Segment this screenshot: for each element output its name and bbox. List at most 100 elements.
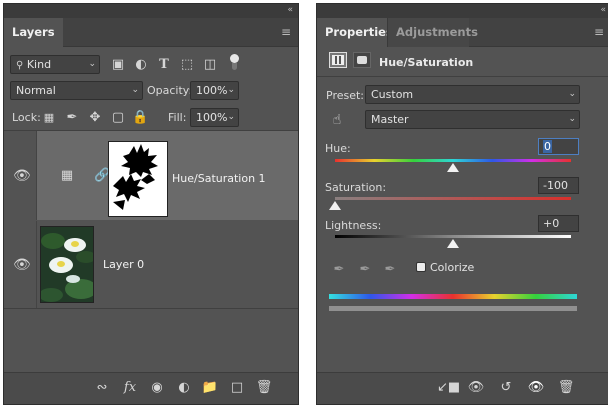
new-layer-icon[interactable]: □ xyxy=(228,380,246,396)
lightness-slider-thumb[interactable] xyxy=(447,239,459,248)
trash-icon[interactable]: 🗑 xyxy=(557,380,575,396)
saturation-value: -100 xyxy=(543,179,568,192)
colorize-label: Colorize xyxy=(430,261,475,274)
hue-value: 0 xyxy=(543,140,552,153)
lightness-input[interactable]: +0 xyxy=(538,215,579,232)
trash-icon[interactable]: 🗑 xyxy=(255,380,273,396)
blend-mode-value: Normal xyxy=(16,84,56,97)
hue-label: Hue: xyxy=(325,142,351,155)
divider xyxy=(4,308,298,309)
chevron-down-icon[interactable]: ⌄ xyxy=(227,82,235,99)
view-previous-state-icon[interactable]: 👁 xyxy=(467,380,485,396)
chevron-down-icon: ⌄ xyxy=(568,89,576,99)
lock-artboard-icon[interactable]: ▢ xyxy=(110,110,126,126)
panel-header-bar: « xyxy=(317,4,608,18)
channel-select[interactable]: Master ⌄ xyxy=(365,110,580,129)
output-color-bar xyxy=(329,306,577,311)
chevron-down-icon[interactable]: ⌄ xyxy=(227,109,235,126)
eyedropper-subtract-icon[interactable]: ✒ xyxy=(382,262,398,278)
saturation-label: Saturation: xyxy=(325,181,387,194)
lightness-label: Lightness: xyxy=(325,219,382,232)
layer-row-hue-saturation[interactable]: 👁 ▦ 🔗 Hue/Saturation 1 xyxy=(4,131,298,220)
saturation-slider-thumb[interactable] xyxy=(329,201,341,210)
filter-pixel-icon[interactable]: ▣ xyxy=(110,57,126,73)
lock-transparent-pixels-icon[interactable]: ▦ xyxy=(41,110,57,126)
adjustment-properties-icon[interactable] xyxy=(329,52,347,68)
collapse-icon[interactable]: « xyxy=(600,4,606,17)
lightness-slider-track[interactable] xyxy=(335,235,571,238)
chevron-down-icon: ⌄ xyxy=(131,85,139,95)
lock-image-pixels-icon[interactable]: ✒ xyxy=(64,110,80,126)
opacity-value: 100% xyxy=(196,84,228,97)
water-lily-image xyxy=(41,227,93,302)
opacity-input[interactable]: 100% ⌄ xyxy=(190,81,239,100)
filter-smart-object-icon[interactable]: ◫ xyxy=(202,57,218,73)
link-icon[interactable]: 🔗 xyxy=(94,168,110,184)
colorize-checkbox[interactable] xyxy=(416,262,426,272)
fill-value: 100% xyxy=(196,111,228,124)
filter-kind-select[interactable]: ⚲ Kind ⌄ xyxy=(10,55,100,74)
link-layers-icon[interactable]: ∾ xyxy=(93,380,111,396)
lock-all-icon[interactable]: 🔒 xyxy=(132,110,148,126)
blend-mode-select[interactable]: Normal ⌄ xyxy=(10,81,143,100)
eye-icon[interactable]: 👁 xyxy=(13,168,31,184)
eyedropper-icon[interactable]: ✒ xyxy=(331,262,347,278)
filter-toggle-switch[interactable] xyxy=(230,54,239,70)
channel-value: Master xyxy=(371,113,409,126)
lock-position-icon[interactable]: ✥ xyxy=(87,110,103,126)
filter-adjustment-icon[interactable]: ◐ xyxy=(133,57,149,73)
properties-tab-row: Properties Adjustments ≡ xyxy=(317,18,608,47)
adjustment-layer-icon: ▦ xyxy=(60,168,74,183)
filter-type-icon[interactable]: T xyxy=(156,57,172,73)
tab-adjustments[interactable]: Adjustments xyxy=(387,18,478,47)
layers-bottom-toolbar: ∾ fx ◉ ◐ 📁 □ 🗑 xyxy=(4,372,298,404)
eyedropper-add-icon[interactable]: ✒ xyxy=(357,262,373,278)
reset-icon[interactable]: ↺ xyxy=(497,380,515,396)
layers-panel: « Layers ≡ ⚲ Kind ⌄ ▣ ◐ T ⬚ ◫ Normal ⌄ O… xyxy=(3,3,299,405)
hue-input[interactable]: 0 xyxy=(538,138,579,155)
add-mask-icon[interactable]: ◉ xyxy=(148,380,166,396)
eye-icon[interactable]: 👁 xyxy=(13,257,31,273)
fill-input[interactable]: 100% ⌄ xyxy=(190,108,239,127)
new-adjustment-layer-icon[interactable]: ◐ xyxy=(175,380,193,396)
saturation-slider-track[interactable] xyxy=(335,197,571,200)
layer-name: Layer 0 xyxy=(103,258,145,271)
mask-silhouette-icon xyxy=(113,144,158,210)
layer-mask-thumbnail[interactable] xyxy=(108,141,168,217)
filter-shape-icon[interactable]: ⬚ xyxy=(179,57,195,73)
saturation-input[interactable]: -100 xyxy=(538,177,579,194)
layer-row-layer-0[interactable]: 👁 Layer 0 xyxy=(4,221,298,308)
layers-tab-row: Layers ≡ xyxy=(4,18,298,47)
properties-bottom-toolbar: ↙■ 👁 ↺ 👁 🗑 xyxy=(317,372,608,404)
mask-properties-icon[interactable] xyxy=(353,52,371,68)
new-group-folder-icon[interactable]: 📁 xyxy=(201,380,219,396)
lightness-value: +0 xyxy=(543,217,560,230)
properties-panel: « Properties Adjustments ≡ Hue/Saturatio… xyxy=(316,3,608,405)
tab-properties[interactable]: Properties xyxy=(317,18,393,47)
tab-layers[interactable]: Layers xyxy=(4,18,63,47)
preset-label: Preset: xyxy=(326,89,365,102)
layer-name: Hue/Saturation 1 xyxy=(172,172,266,185)
hue-slider-track[interactable] xyxy=(335,159,571,162)
search-icon: ⚲ xyxy=(16,60,24,71)
targeted-adjustment-hand-icon[interactable]: ☝ xyxy=(329,112,345,128)
preset-select[interactable]: Custom ⌄ xyxy=(365,85,580,104)
fill-label: Fill: xyxy=(168,111,187,124)
fx-effects-icon[interactable]: fx xyxy=(121,380,139,396)
chevron-down-icon: ⌄ xyxy=(568,114,576,124)
chevron-down-icon: ⌄ xyxy=(88,59,96,69)
divider xyxy=(317,76,608,77)
collapse-icon[interactable]: « xyxy=(287,4,293,17)
filter-kind-value: Kind xyxy=(26,58,52,71)
panel-menu-icon[interactable]: ≡ xyxy=(594,25,604,39)
panel-header-bar: « xyxy=(4,4,298,18)
opacity-label: Opacity: xyxy=(147,84,193,97)
lock-label: Lock: xyxy=(12,111,41,124)
hue-slider-thumb[interactable] xyxy=(447,163,459,172)
input-color-bar xyxy=(329,294,577,299)
preset-value: Custom xyxy=(371,88,414,101)
clip-to-layer-icon[interactable]: ↙■ xyxy=(437,380,460,396)
toggle-visibility-icon[interactable]: 👁 xyxy=(527,380,545,396)
panel-menu-icon[interactable]: ≡ xyxy=(281,25,291,39)
adjustment-title: Hue/Saturation xyxy=(379,56,474,69)
